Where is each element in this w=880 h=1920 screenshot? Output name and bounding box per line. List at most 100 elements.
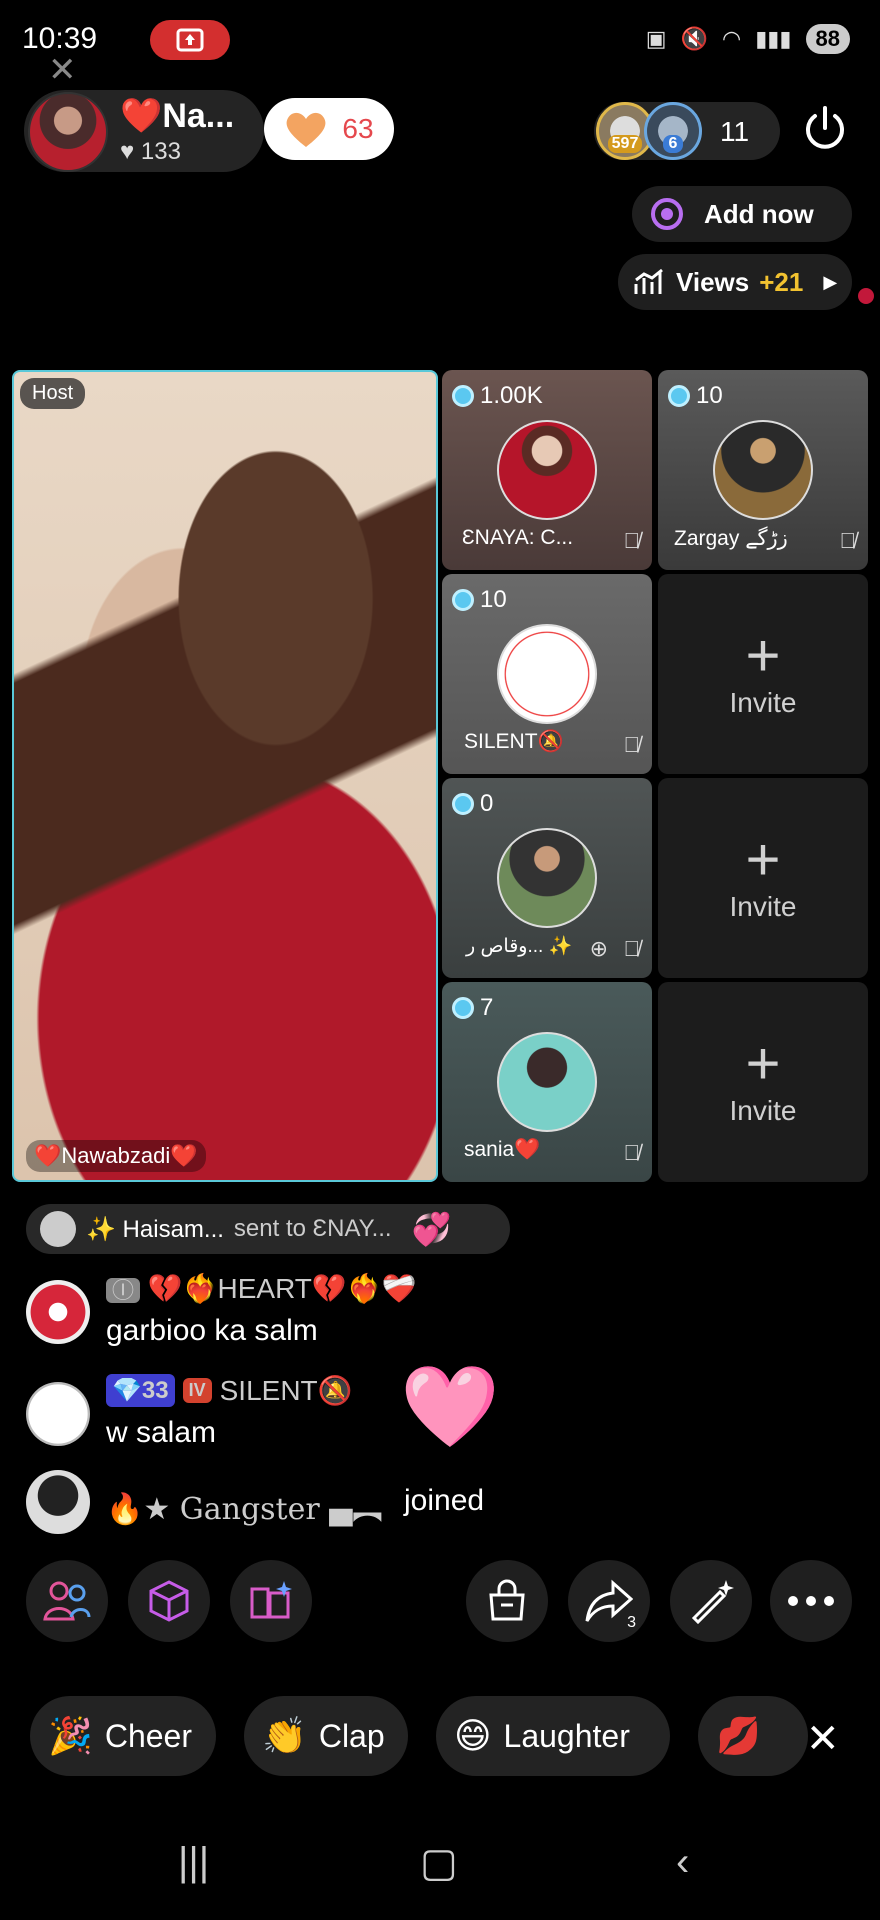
chart-icon [634, 268, 663, 294]
seat-avatar [713, 420, 813, 520]
laugh-icon: 😄 [454, 1715, 492, 1756]
seat-tile-1[interactable]: 1.00K ƐNAYA: C... 🎙̸ [442, 370, 652, 570]
target-icon [651, 198, 683, 230]
home-button[interactable]: ▢ [420, 1840, 458, 1886]
gift-sender: ✨ Haisam... [86, 1215, 224, 1243]
invite-label: Invite [729, 687, 797, 718]
favorite-count: 63 [342, 113, 374, 144]
cube-icon [149, 1580, 189, 1622]
mute-x-icon: ✕ [48, 51, 77, 89]
power-end-button[interactable] [800, 104, 850, 154]
diamond-icon [452, 997, 474, 1019]
magic-wand-icon [691, 1580, 734, 1624]
live-dot [858, 288, 874, 304]
host-video[interactable] [12, 370, 438, 1182]
level-badge: Ⓘ [106, 1278, 141, 1303]
floating-heart-icon: 🩷 [400, 1362, 500, 1451]
host-display-name: ❤️Nawabzadi❤️ [26, 1140, 206, 1172]
host-avatar[interactable] [28, 92, 108, 172]
reaction-laughter[interactable]: 😄 Laughter [436, 1696, 670, 1776]
share-arrow-icon [585, 1579, 633, 1622]
rank-badge: IV [182, 1378, 212, 1403]
diamond-icon [452, 793, 474, 815]
diamond-icon [668, 385, 690, 407]
invite-label: Invite [729, 1095, 797, 1126]
mic-off-icon[interactable]: 🎙̸ [624, 528, 641, 554]
seat-tile-3[interactable]: 10 SILENT🔕 🎙̸ [442, 574, 652, 774]
shop-button[interactable] [466, 1560, 548, 1642]
reaction-label: Cheer [104, 1717, 192, 1754]
mic-off-icon[interactable]: 🎙̸ [624, 1140, 641, 1166]
viewer-count: 11 [720, 116, 750, 147]
level-badge: 💎33 [106, 1374, 175, 1407]
chat-avatar[interactable] [26, 1470, 90, 1534]
screen-record-indicator [150, 20, 230, 60]
seat-score: 7 [452, 994, 493, 1022]
views-label: Views [676, 266, 750, 297]
chat-avatar[interactable] [26, 1382, 90, 1446]
seat-score: 10 [668, 382, 723, 410]
reaction-cheer[interactable]: 🎉 Cheer [30, 1696, 216, 1776]
clap-icon: 👏 [262, 1715, 307, 1756]
invite-seat-2[interactable]: + Invite [658, 778, 868, 978]
mic-off-icon[interactable]: 🎙̸ [624, 936, 641, 962]
share-button[interactable]: 3 [568, 1560, 650, 1642]
chat-user-tag: 💎33 IV SILENT🔕 [106, 1374, 353, 1407]
invite-seat-1[interactable]: + Invite [658, 574, 868, 774]
chat-avatar[interactable] [26, 1280, 90, 1344]
mic-off-icon[interactable]: 🎙̸ [840, 528, 857, 554]
seat-name: sania❤️ [464, 1138, 541, 1161]
status-icons: ▣ 🔇 ◠ ▮▮▮ 88 [646, 24, 850, 54]
people-icon [43, 1581, 91, 1621]
more-dots-icon [788, 1596, 834, 1606]
heart-icon [287, 112, 326, 147]
host-name: ❤️Na... [120, 97, 235, 135]
chat-message-text: garbioo ka salm [106, 1314, 318, 1347]
screen-record-icon [176, 28, 204, 52]
chat-message-text: w salam [106, 1416, 217, 1449]
mic-off-icon[interactable]: 🎙̸ [624, 732, 641, 758]
follow-plus-icon[interactable]: ⊕ [590, 936, 608, 962]
mute-icon: 🔇 [680, 26, 708, 51]
joined-text: joined [404, 1484, 485, 1517]
follow-heart-button[interactable]: 63 [264, 98, 394, 160]
audience-button[interactable] [26, 1560, 108, 1642]
reaction-clap[interactable]: 👏 Clap [244, 1696, 408, 1776]
gift-heart-icon: 💞 [411, 1211, 452, 1247]
seat-avatar [497, 624, 597, 724]
play-arrow-icon: ▶ [823, 271, 838, 292]
party-popper-icon: 🎉 [48, 1715, 93, 1756]
joined-user: 🔥★ Gangster ▄︻ [106, 1492, 383, 1527]
reaction-label: Laughter [503, 1717, 630, 1754]
kiss-icon: 💋 [716, 1715, 761, 1756]
add-now-button[interactable]: Add now [632, 186, 852, 242]
viewer-avatar-2[interactable]: 6 [644, 102, 702, 160]
plus-icon: + [745, 1030, 781, 1097]
close-reactions-button[interactable]: ✕ [806, 1716, 840, 1762]
seat-tile-5[interactable]: 7 sania❤️ 🎙̸ [442, 982, 652, 1182]
plus-icon: + [745, 622, 781, 689]
views-button[interactable]: Views +21 ▶ [618, 254, 852, 310]
seat-tile-2[interactable]: 10 Zargay زڑگے 🎙̸ [658, 370, 868, 570]
invite-label: Invite [729, 891, 797, 922]
share-count: 3 [627, 1614, 636, 1631]
seat-avatar [497, 828, 597, 928]
plus-icon: + [745, 826, 781, 893]
gift-text: sent to ƐNAY... [233, 1215, 392, 1242]
host-badge: Host [20, 378, 86, 409]
invite-seat-3[interactable]: + Invite [658, 982, 868, 1182]
seat-name: SILENT🔕 [464, 730, 564, 753]
seat-tile-4[interactable]: 0 وقاص ر... ✨ ⊕ 🎙̸ [442, 778, 652, 978]
book-button[interactable] [230, 1560, 312, 1642]
cube-gift-button[interactable] [128, 1560, 210, 1642]
power-icon [806, 106, 844, 149]
back-button[interactable]: ‹ [676, 1840, 689, 1885]
chat-user-tag: Ⓘ 💔❤️‍🔥HEART💔❤️‍🔥❤️‍🩹 [106, 1272, 417, 1305]
reaction-label: Clap [318, 1717, 385, 1754]
reaction-kiss[interactable]: 💋 [698, 1696, 808, 1776]
host-likes: ♥ 133 [120, 138, 181, 165]
wifi-icon: ◠ [721, 26, 742, 51]
more-button[interactable] [770, 1560, 852, 1642]
recent-apps-button[interactable]: ||| [178, 1840, 209, 1885]
magic-wand-button[interactable] [670, 1560, 752, 1642]
